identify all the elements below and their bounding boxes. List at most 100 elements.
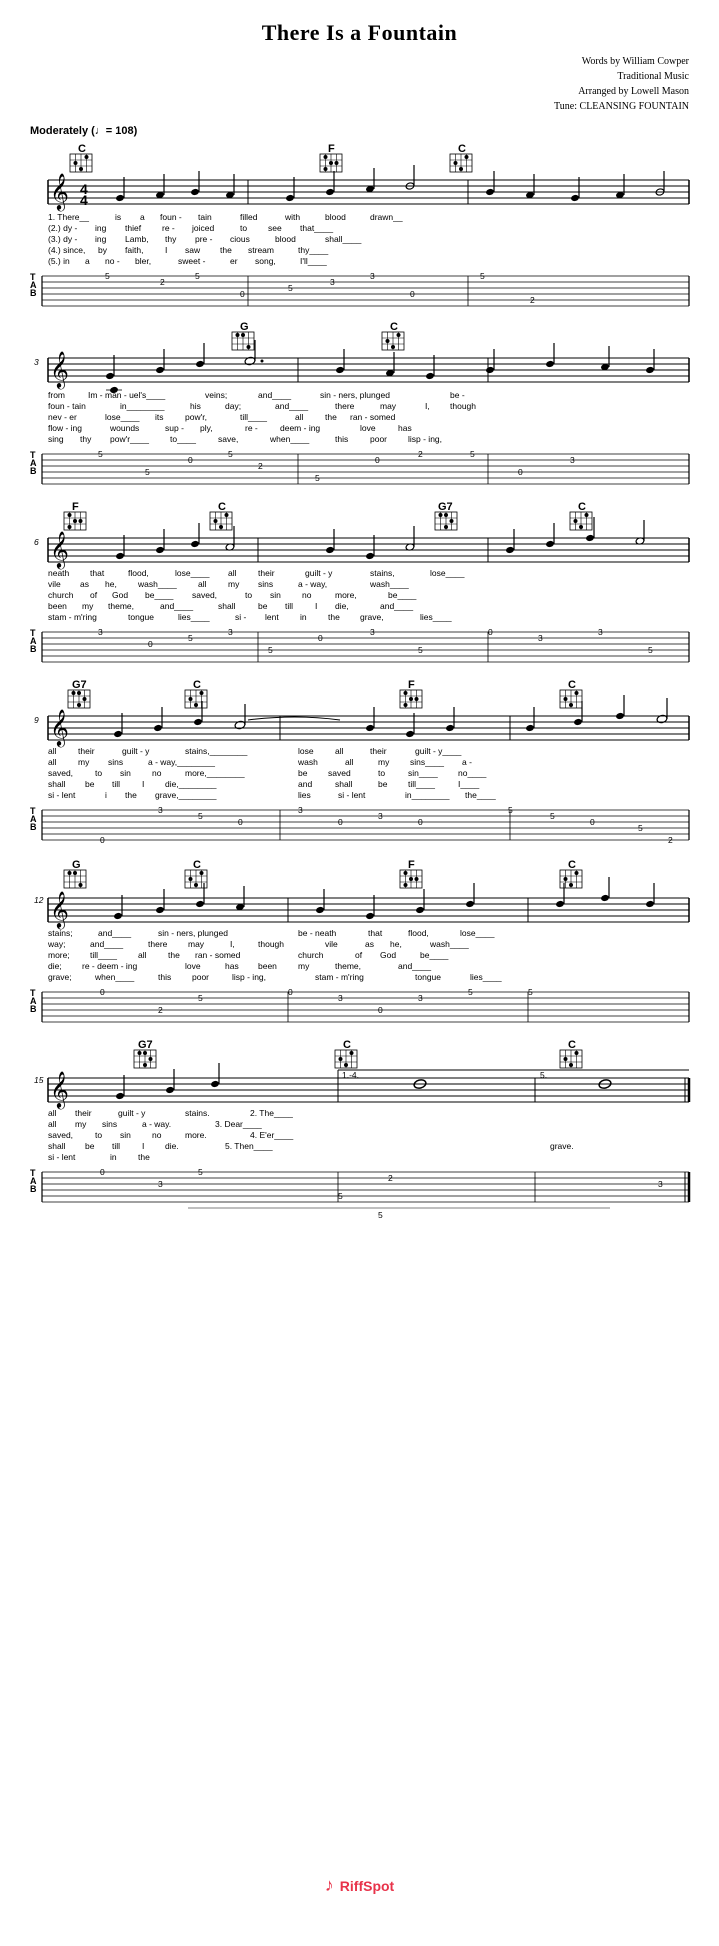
svg-text:5: 5 [648,645,653,655]
svg-text:tain: tain [198,212,212,222]
svg-text:joiced: joiced [191,223,214,233]
tune-credit: Tune: CLEANSING FOUNTAIN [30,99,689,114]
svg-text:shall: shall [48,779,66,789]
svg-text:grave,________: grave,________ [155,790,217,800]
svg-text:I,: I, [230,939,235,949]
svg-text:is: is [115,212,121,222]
svg-text:be____: be____ [420,950,449,960]
svg-text:wash: wash [297,757,318,767]
svg-text:5: 5 [508,805,513,815]
svg-text:C: C [568,1039,576,1051]
svg-text:in________: in________ [120,401,165,411]
svg-text:all: all [198,579,207,589]
svg-text:3: 3 [338,993,343,1003]
svg-text:5: 5 [228,449,233,459]
svg-text:5: 5 [195,271,200,281]
svg-text:shall: shall [48,1141,66,1151]
svg-text:guilt - y____: guilt - y____ [415,746,462,756]
svg-text:3: 3 [370,271,375,281]
svg-text:stains;: stains; [48,928,73,938]
svg-text:all: all [48,1119,57,1129]
svg-text:re - deem - ing: re - deem - ing [82,961,138,971]
svg-text:I____: I____ [458,779,480,789]
svg-text:this: this [335,434,348,444]
svg-text:5: 5 [338,1191,343,1201]
svg-text:their: their [258,568,275,578]
svg-text:stam - m'ring: stam - m'ring [315,972,364,982]
svg-text:and____: and____ [160,601,193,611]
svg-text:sin: sin [120,768,131,778]
svg-text:be: be [378,779,388,789]
svg-text:thief: thief [125,223,142,233]
svg-text:shall: shall [335,779,353,789]
svg-text:0: 0 [338,817,343,827]
sheet-music-area: Moderately (♩= 108) C F [30,120,689,1865]
svg-text:saved,: saved, [48,768,73,778]
svg-text:2. The____: 2. The____ [250,1108,293,1118]
svg-text:all: all [345,757,354,767]
svg-text:2: 2 [158,1005,163,1015]
svg-text:as: as [365,939,374,949]
svg-text:sin: sin [120,1130,131,1140]
svg-text:in________: in________ [405,790,450,800]
svg-text:a: a [140,212,145,222]
svg-text:the: the [168,950,180,960]
svg-text:from: from [48,390,65,400]
svg-text:there: there [335,401,355,411]
svg-text:C: C [568,679,576,691]
svg-text:a - way.: a - way. [142,1119,171,1129]
svg-text:si - lent: si - lent [338,790,366,800]
svg-text:till____: till____ [240,412,267,422]
svg-text:and____: and____ [380,601,413,611]
riffspot-icon: ♪ [325,1875,334,1896]
svg-text:poor: poor [370,434,387,444]
svg-text:grave.: grave. [550,1141,574,1151]
svg-text:stains.: stains. [185,1108,210,1118]
svg-text:si - lent: si - lent [48,790,76,800]
svg-text:Moderately (♩= 108): Moderately (♩= 108) [30,125,138,137]
svg-text:in: in [110,1152,117,1162]
svg-text:and____: and____ [275,401,308,411]
svg-text:(4.) since,: (4.) since, [48,245,85,255]
svg-text:3. Dear____: 3. Dear____ [215,1119,262,1129]
svg-text:𝄞: 𝄞 [50,351,69,389]
svg-text:4. E'er____: 4. E'er____ [250,1130,293,1140]
svg-text:saved,: saved, [192,590,217,600]
svg-text:the____: the____ [465,790,496,800]
svg-text:has: has [398,423,412,433]
svg-text:he,: he, [105,579,117,589]
svg-text:of: of [355,950,363,960]
svg-text:song,: song, [255,256,276,266]
svg-text:and: and [298,779,312,789]
svg-text:way;: way; [47,939,65,949]
svg-text:F: F [408,679,415,691]
svg-text:wash____: wash____ [369,579,409,589]
svg-text:stains,: stains, [370,568,395,578]
staff-lines-4: 𝄞 [48,695,689,747]
svg-text:the: the [328,612,340,622]
svg-text:guilt - y: guilt - y [305,568,333,578]
svg-text:5: 5 [198,1167,203,1177]
svg-text:si - lent: si - lent [48,1152,76,1162]
svg-text:in: in [300,612,307,622]
svg-text:all: all [295,412,304,422]
svg-text:a -: a - [462,757,472,767]
svg-text:be____: be____ [145,590,174,600]
svg-text:15: 15 [34,1075,44,1085]
svg-text:C: C [343,1039,351,1051]
svg-text:3: 3 [228,627,233,637]
svg-text:to: to [95,768,102,778]
svg-text:pre -: pre - [195,234,213,244]
svg-text:till: till [285,601,293,611]
svg-text:2: 2 [258,461,263,471]
svg-text:𝄞: 𝄞 [50,1071,69,1109]
svg-text:love: love [360,423,376,433]
svg-text:3: 3 [538,633,543,643]
svg-text:lose____: lose____ [105,412,140,422]
svg-text:sin: sin [270,590,281,600]
svg-text:lies: lies [298,790,311,800]
svg-text:more,________: more,________ [185,768,245,778]
svg-text:may: may [188,939,205,949]
svg-text:sin - ners, plunged: sin - ners, plunged [158,928,228,938]
svg-text:their: their [370,746,387,756]
